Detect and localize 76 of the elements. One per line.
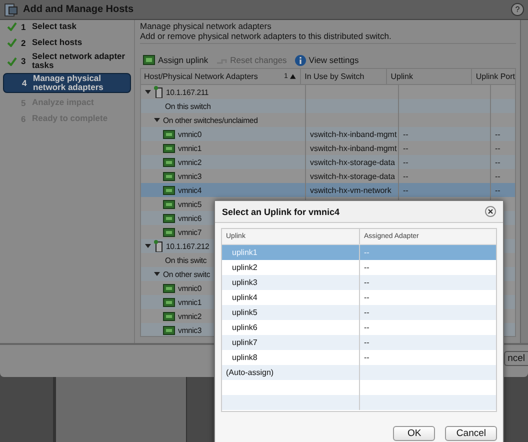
table-cell: --: [495, 144, 500, 153]
table-cell: --: [364, 308, 370, 317]
network-card-icon: [163, 200, 175, 208]
server-icon: [154, 86, 163, 98]
dialog-button[interactable]: OK: [393, 426, 436, 441]
expand-arrow-icon[interactable]: [154, 271, 160, 277]
table-cell: (Auto-assign): [226, 368, 274, 377]
table-cell: uplink4: [232, 293, 258, 302]
wizard-icon: [4, 2, 18, 16]
uplink-row[interactable]: uplink3 --: [222, 275, 496, 290]
table-cell: --: [364, 353, 370, 362]
network-card-icon: [163, 172, 175, 180]
window-title: Add and Manage Hosts: [23, 4, 135, 15]
close-icon[interactable]: [485, 206, 496, 217]
table-cell: --: [403, 158, 408, 167]
toolbar-button[interactable]: Assign uplink: [143, 55, 208, 65]
help-button[interactable]: ?: [511, 3, 524, 16]
table-cell: --: [403, 130, 408, 139]
page-heading: Manage physical network adapters: [140, 20, 272, 31]
uplink-row[interactable]: uplink7 --: [222, 335, 496, 350]
network-card-icon: [163, 144, 175, 152]
table-cell: vswitch-hx-storage-data: [310, 158, 395, 167]
table-cell: vswitch-hx-vm-network: [310, 186, 392, 195]
column-header[interactable]: Uplink Port: [470, 69, 515, 84]
column-header[interactable]: Host/Physical Network Adapters: [141, 72, 284, 81]
table-cell: uplink1: [232, 248, 258, 257]
network-card-icon: [163, 284, 175, 292]
toolbar-button[interactable]: View settings: [294, 54, 359, 66]
table-cell: uplink6: [232, 323, 258, 332]
network-card-icon: [163, 130, 175, 138]
expand-arrow-icon[interactable]: [145, 243, 151, 249]
table-cell: --: [364, 263, 370, 272]
page-description: Add or remove physical network adapters to this distributed switch.: [140, 31, 516, 44]
vertical-scrollbar[interactable]: [520, 20, 528, 343]
table-cell: vswitch-hx-inband-mgmt: [310, 130, 397, 139]
expand-arrow-icon[interactable]: [145, 89, 151, 95]
column-header[interactable]: In Use by Switch: [300, 69, 386, 84]
network-card-icon: [163, 312, 175, 320]
table-cell: --: [364, 338, 370, 347]
table-cell: uplink5: [232, 308, 258, 317]
table-cell: uplink2: [232, 263, 258, 272]
network-card-icon: [163, 186, 175, 194]
uplink-row[interactable]: uplink5 --: [222, 305, 496, 320]
info-icon: [294, 54, 306, 66]
network-card-icon: [143, 55, 155, 65]
table-cell: uplink8: [232, 353, 258, 362]
table-cell: uplink7: [232, 338, 258, 347]
network-card-icon: [163, 298, 175, 306]
dialog-title: Select an Uplink for vmnic4: [222, 206, 340, 216]
table-cell: --: [403, 144, 408, 153]
table-cell: --: [403, 186, 408, 195]
network-card-icon: [163, 326, 175, 334]
table-cell: --: [364, 293, 370, 302]
table-cell: vswitch-hx-inband-mgmt: [310, 144, 397, 153]
table-cell: --: [364, 323, 370, 332]
wizard-step[interactable]: 2 Select hosts: [3, 36, 131, 49]
network-card-icon: [163, 158, 175, 166]
network-card-icon: [163, 214, 175, 222]
expand-arrow-icon[interactable]: [154, 117, 160, 123]
sort-ascending-icon: [290, 74, 296, 79]
table-cell: --: [364, 278, 370, 287]
table-cell: vswitch-hx-storage-data: [310, 172, 395, 181]
network-card-icon: [163, 228, 175, 236]
table-cell: --: [403, 172, 408, 181]
table-cell: --: [495, 172, 500, 181]
table-cell: --: [495, 158, 500, 167]
dialog-button[interactable]: Cancel: [445, 426, 497, 441]
server-icon: [154, 240, 163, 252]
wizard-step[interactable]: 1 Select task: [3, 20, 131, 33]
table-cell: uplink3: [232, 278, 258, 287]
table-cell: --: [495, 186, 500, 195]
table-cell: --: [364, 248, 370, 257]
uplink-row[interactable]: (Auto-assign): [222, 365, 496, 380]
wizard-cancel-button[interactable]: ncel: [504, 351, 528, 366]
column-header[interactable]: Uplink: [386, 69, 471, 84]
table-cell: --: [495, 130, 500, 139]
